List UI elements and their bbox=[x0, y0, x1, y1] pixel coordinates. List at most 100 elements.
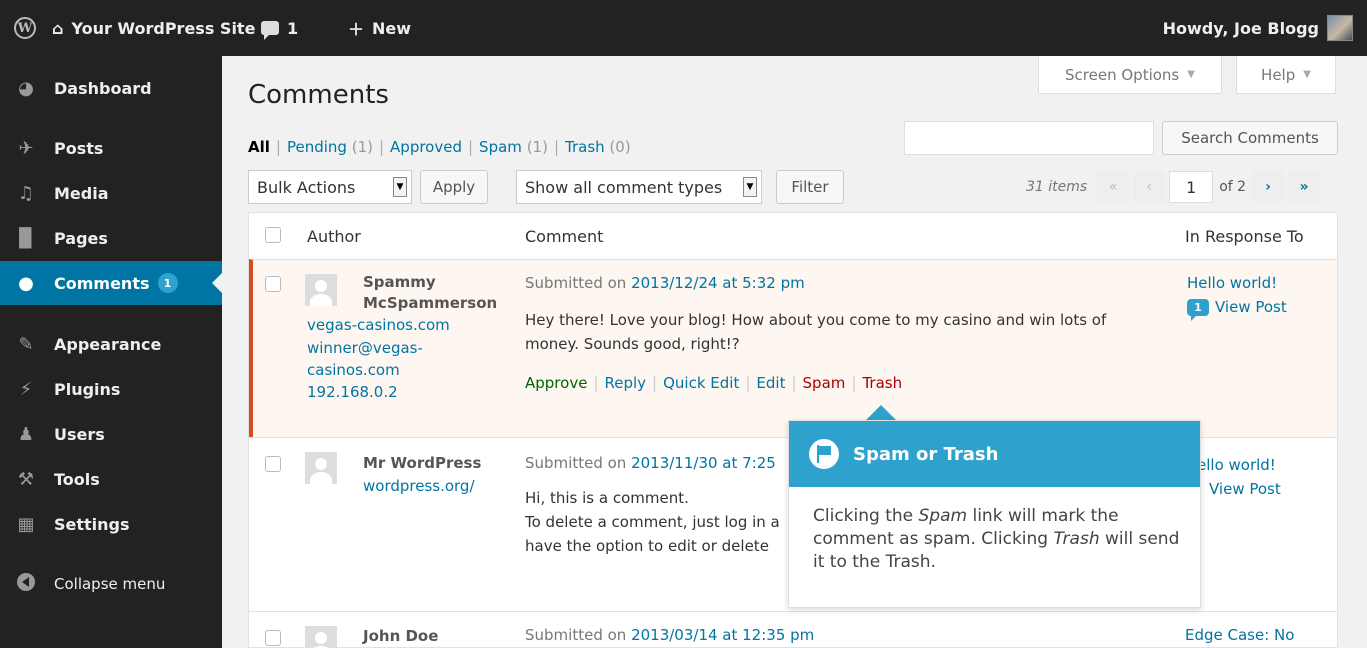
quick-edit-link[interactable]: Quick Edit bbox=[663, 374, 739, 392]
author-email[interactable]: casinos.com bbox=[307, 359, 507, 381]
comment-text: have the option to edit or delete bbox=[525, 537, 769, 555]
column-author[interactable]: Author bbox=[307, 213, 361, 259]
sidebar-item-settings[interactable]: ▦ Settings bbox=[0, 502, 222, 546]
pagination: 31 items « ‹ 1 of 2 › » bbox=[1026, 170, 1324, 204]
page-title: Comments bbox=[248, 80, 389, 110]
sidebar-item-media[interactable]: ♫ Media bbox=[0, 171, 222, 215]
comment-bubble-icon bbox=[261, 21, 279, 40]
last-page-button[interactable]: » bbox=[1288, 171, 1321, 203]
approve-link[interactable]: Approve bbox=[525, 374, 587, 392]
pointer-arrow bbox=[866, 405, 896, 420]
site-name-link[interactable]: ⌂ Your WordPress Site bbox=[52, 0, 255, 56]
triangle-down-icon: ▼ bbox=[1187, 69, 1195, 80]
submitted-on: Submitted on 2013/11/30 at 7:25 bbox=[525, 454, 776, 472]
sidebar-item-posts[interactable]: ✈ Posts bbox=[0, 126, 222, 170]
apply-button[interactable]: Apply bbox=[420, 170, 488, 204]
view-post-link[interactable]: 1 View Post bbox=[1187, 296, 1287, 321]
filter-trash[interactable]: Trash (0) bbox=[565, 138, 631, 156]
filter-button[interactable]: Filter bbox=[776, 170, 844, 204]
table-row: Spammy McSpammerson vegas-casinos.com wi… bbox=[249, 259, 1337, 437]
search-comments-button[interactable]: Search Comments bbox=[1162, 121, 1338, 155]
row-checkbox[interactable] bbox=[265, 276, 281, 292]
comment-date-link[interactable]: 2013/11/30 at 7:25 bbox=[631, 454, 776, 472]
collapse-menu-button[interactable]: Collapse menu bbox=[0, 562, 222, 606]
search-input[interactable] bbox=[904, 121, 1154, 155]
author-name: Spammy bbox=[363, 273, 436, 291]
dashboard-icon: ◕ bbox=[18, 77, 34, 99]
pointer-header: Spam or Trash bbox=[789, 421, 1200, 487]
avatar bbox=[305, 452, 337, 484]
comment-type-select[interactable]: Show all comment types ▼ bbox=[516, 170, 762, 204]
comment-date-link[interactable]: 2013/12/24 at 5:32 pm bbox=[631, 274, 805, 292]
wrench-icon: ⚒ bbox=[17, 468, 35, 490]
author-url[interactable]: wordpress.org/ bbox=[363, 475, 475, 497]
flag-icon bbox=[809, 439, 839, 469]
trash-link[interactable]: Trash bbox=[862, 374, 902, 392]
comment-date-link[interactable]: 2013/03/14 at 12:35 pm bbox=[631, 626, 814, 644]
submitted-on: Submitted on 2013/12/24 at 5:32 pm bbox=[525, 274, 805, 292]
sidebar-item-users[interactable]: ♟ Users bbox=[0, 412, 222, 456]
pages-icon: ▉ bbox=[19, 227, 33, 249]
response-post-link[interactable]: ello world! bbox=[1197, 454, 1276, 476]
view-post-link[interactable]: View Post bbox=[1209, 478, 1281, 500]
comment-icon: ● bbox=[18, 272, 34, 294]
collapse-arrow-icon bbox=[17, 572, 35, 591]
sidebar-item-dashboard[interactable]: ◕ Dashboard bbox=[0, 66, 222, 110]
admin-bar: W ⌂ Your WordPress Site 1 ＋ New Howdy, J… bbox=[0, 0, 1367, 56]
new-content-button[interactable]: ＋ New bbox=[348, 0, 411, 56]
sidebar-item-pages[interactable]: ▉ Pages bbox=[0, 216, 222, 260]
column-in-response-to[interactable]: In Response To bbox=[1185, 213, 1304, 259]
author-email[interactable]: winner@vegas- bbox=[307, 337, 507, 359]
sidebar-item-tools[interactable]: ⚒ Tools bbox=[0, 457, 222, 501]
comment-text: To delete a comment, just log in a bbox=[525, 513, 780, 531]
sidebar-item-comments[interactable]: ● Comments 1 bbox=[0, 261, 222, 305]
filter-pending[interactable]: Pending (1) bbox=[287, 138, 373, 156]
first-page-button[interactable]: « bbox=[1097, 171, 1130, 203]
spam-trash-pointer: Spam or Trash Clicking the Spam link wil… bbox=[788, 420, 1201, 608]
screen-options-tab[interactable]: Screen Options ▼ bbox=[1038, 56, 1222, 94]
bulk-actions-select[interactable]: Bulk Actions ▼ bbox=[248, 170, 412, 204]
pointer-title: Spam or Trash bbox=[853, 443, 999, 465]
filter-approved[interactable]: Approved bbox=[390, 138, 462, 156]
home-icon: ⌂ bbox=[52, 18, 64, 38]
admin-bar-comments[interactable]: 1 bbox=[261, 0, 298, 56]
reply-link[interactable]: Reply bbox=[605, 374, 647, 392]
total-pages: of 2 bbox=[1219, 179, 1247, 195]
row-checkbox[interactable] bbox=[265, 630, 281, 646]
dropdown-arrow-icon: ▼ bbox=[743, 177, 757, 197]
wordpress-logo-icon[interactable]: W bbox=[14, 0, 42, 56]
triangle-down-icon: ▼ bbox=[1303, 69, 1311, 80]
edit-link[interactable]: Edit bbox=[756, 374, 785, 392]
select-all-checkbox[interactable] bbox=[265, 227, 281, 243]
account-menu[interactable]: Howdy, Joe Blogg bbox=[1163, 0, 1353, 56]
pin-icon: ✈ bbox=[18, 137, 34, 159]
brush-icon: ✎ bbox=[18, 333, 34, 355]
sidebar-item-plugins[interactable]: ⚡ Plugins bbox=[0, 367, 222, 411]
next-page-button[interactable]: › bbox=[1252, 171, 1285, 203]
pointer-body: Clicking the Spam link will mark the com… bbox=[813, 506, 1180, 572]
avatar bbox=[305, 274, 337, 306]
comment-text: Hi, this is a comment. bbox=[525, 489, 689, 507]
plug-icon: ⚡ bbox=[19, 378, 33, 400]
row-checkbox[interactable] bbox=[265, 456, 281, 472]
author-url[interactable]: vegas-casinos.com bbox=[307, 314, 450, 336]
plus-icon: ＋ bbox=[348, 20, 365, 39]
response-post-link[interactable]: Hello world! bbox=[1187, 272, 1277, 294]
status-filter-links: All | Pending (1) | Approved | Spam (1) | Trash … bbox=[248, 138, 631, 156]
comments-count-badge: 1 bbox=[157, 273, 178, 293]
author-name: McSpammerson bbox=[363, 294, 498, 312]
users-icon: ♟ bbox=[17, 423, 35, 445]
prev-page-button[interactable]: ‹ bbox=[1133, 171, 1166, 203]
spam-link[interactable]: Spam bbox=[803, 374, 846, 392]
current-page-input[interactable]: 1 bbox=[1169, 171, 1214, 203]
response-post-link[interactable]: Edge Case: No bbox=[1185, 624, 1294, 646]
help-tab[interactable]: Help ▼ bbox=[1236, 56, 1336, 94]
sidebar-item-appearance[interactable]: ✎ Appearance bbox=[0, 322, 222, 366]
comment-count-bubble-icon[interactable]: 1 bbox=[1187, 299, 1209, 321]
avatar bbox=[305, 626, 337, 648]
author-ip[interactable]: 192.168.0.2 bbox=[307, 381, 507, 403]
filter-all[interactable]: All bbox=[248, 138, 270, 156]
filter-spam[interactable]: Spam (1) bbox=[479, 138, 548, 156]
comment-text: money. Sounds good, right!? bbox=[525, 335, 740, 353]
media-icon: ♫ bbox=[17, 182, 35, 204]
